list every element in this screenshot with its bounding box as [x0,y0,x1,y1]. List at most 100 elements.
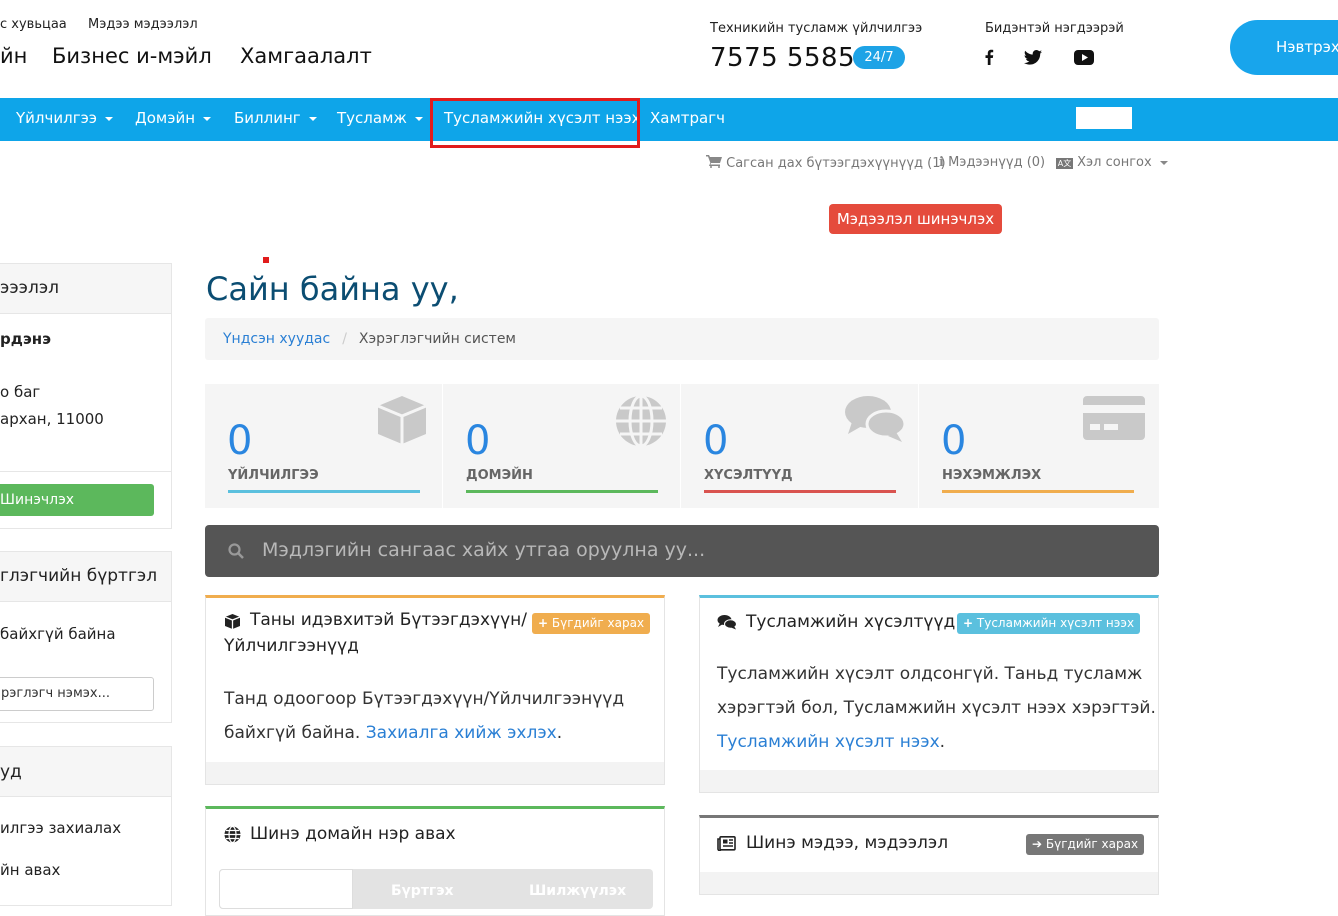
search-icon [228,543,244,559]
breadcrumb: Үндсэн хуудас / Хэрэглэгчийн систем [205,318,1159,360]
domain-register-tab[interactable]: Бүртгэх [391,883,454,899]
domain-transfer-tab[interactable]: Шилжүүлэх [529,883,626,899]
active-products-card: Таны идэвхитэй Бүтээгдэхүүн/ Үйлчилгээнү… [205,595,665,785]
twitter-icon[interactable] [1023,47,1043,67]
stat-domains[interactable]: 0 ДОМЭЙН [443,384,681,508]
sidebar-no-contacts: байхгүй байна [0,625,116,643]
view-all-products-button[interactable]: + Бүгдийг харах [532,613,651,634]
notifications-label: Мэдээнүүд (0) [948,155,1046,170]
nav-domain-label: Домэйн [135,109,195,127]
products-card-body-line2: байхгүй байна. Захиалга хийж эхлэх. [224,723,563,743]
kb-search-bar[interactable]: Мэдлэгийн сангаас хайх утгаа оруулна уу.… [205,525,1159,577]
open-ticket-button[interactable]: + Тусламжийн хүсэлт нээх [957,613,1141,634]
sidebar-register-domain-link[interactable]: йн авах [0,861,60,879]
greeting-label: Сайн уу, [1015,207,1082,225]
products-card-title-line1: Таны идэвхитэй Бүтээгдэхүүн/ [250,610,528,630]
plus-icon: + [963,616,974,630]
tickets-card-body-line3: Тусламжийн хүсэлт нээх. [717,732,946,752]
chevron-down-icon [308,116,317,121]
sidebar-update-button[interactable]: Шинэчлэх [0,484,154,516]
stat-tickets-bar [704,490,896,493]
update-info-button[interactable]: Мэдээлэл шинэчлэх [829,204,1002,234]
top-header: с хувьцаа Мэдээ мэдээлэл йн Бизнес и-мэй… [0,0,1338,98]
breadcrumb-home-link[interactable]: Үндсэн хуудас [223,331,330,347]
facebook-icon[interactable] [979,47,999,67]
view-all-news-label: Бүгдийг харах [1045,837,1139,851]
start-order-link[interactable]: Захиалга хийж эхлэх [366,723,557,743]
cube-icon [224,614,241,629]
tickets-card-body-line2: хэрэгтэй бол, Тусламжийн хүсэлт нээх хэр… [717,698,1156,718]
nav-partner[interactable]: Хамтрагч [650,98,725,141]
comments-icon [844,394,907,448]
comments-icon [717,615,737,630]
stats-row: 0 ҮЙЛЧИЛГЭЭ 0 ДОМЭЙН 0 ХҮСЭЛТҮҮД 0 НЭХЭМ… [205,384,1159,508]
nav-billing[interactable]: Биллинг [234,98,317,141]
support-badge: 24/7 [853,46,905,69]
nav-services-label: Үйлчилгээ [16,109,98,127]
breadcrumb-separator: / [342,331,347,347]
stat-domains-bar [466,490,658,493]
nav-highlight-box [430,98,640,148]
cart-label: Сагсан дах бүтээгдэхүүнүүд (1) [726,156,946,171]
main-link-cut[interactable]: йн [0,44,27,68]
credit-card-icon [1083,394,1145,446]
nav-support-label: Тусламж [337,109,407,127]
register-domain-card: Шинэ домайн нэр авах Бүртгэх Шилжүүлэх [205,806,665,916]
cart-icon [706,155,722,168]
nav-support[interactable]: Тусламж [337,98,423,141]
stat-invoices[interactable]: 0 НЭХЭМЖЛЭХ [919,384,1157,508]
login-button[interactable]: Нэвтрэх [1230,20,1338,75]
stat-invoices-value: 0 [941,418,967,464]
notifications-link[interactable]: i Мэдээнүүд (0) [939,155,1045,170]
sidebar-account-name: рдэнэ [0,330,51,348]
add-contact-select[interactable]: рэглэгч нэмэх... [0,677,154,711]
stat-tickets[interactable]: 0 ХҮСЭЛТҮҮД [681,384,919,508]
nav-domain[interactable]: Домэйн [135,98,211,141]
open-ticket-link[interactable]: Тусламжийн хүсэлт нээх [717,732,940,752]
stat-tickets-label: ХҮСЭЛТҮҮД [704,468,793,483]
products-card-body-line1: Танд одоогоор Бүтээгдэхүүн/Үйлчилгээнүүд [224,689,625,709]
card-footer [700,770,1158,792]
language-selector[interactable]: A文 Хэл сонгох [1056,155,1168,170]
sidebar-order-services-link[interactable]: илгээ захиалах [0,819,121,837]
news-card-title: Шинэ мэдээ, мэдээлэл [746,833,949,853]
nav-services[interactable]: Үйлчилгээ [16,98,114,141]
sidebar-panel-header [0,747,171,797]
stat-services-label: ҮЙЛЧИЛГЭЭ [228,468,319,483]
main-link-security[interactable]: Хамгаалалт [240,44,372,68]
user-greeting-dropdown[interactable]: Сайн уу, [1015,196,1162,239]
tickets-card-title: Тусламжийн хүсэлтүүд [746,612,956,632]
youtube-icon[interactable] [1074,47,1094,67]
search-input[interactable]: Мэдлэгийн сангаас хайх утгаа оруулна уу.… [262,539,705,561]
sidebar-address-line2: архан, 11000 [0,410,104,428]
stat-domains-label: ДОМЭЙН [466,468,533,483]
red-marker [263,257,269,263]
stat-invoices-bar [942,490,1134,493]
view-all-news-button[interactable]: ➔ Бүгдийг харах [1026,834,1145,855]
open-ticket-label: Тусламжийн хүсэлт нээх [976,616,1135,630]
nav-billing-label: Биллинг [234,109,301,127]
chevron-down-icon [1153,214,1162,219]
card-footer [700,872,1158,894]
stat-tickets-value: 0 [703,418,729,464]
view-all-products-label: Бүгдийг харах [551,616,645,630]
chevron-down-icon [1159,160,1168,165]
domain-card-title: Шинэ домайн нэр авах [250,824,456,844]
language-icon: A文 [1056,158,1073,169]
tickets-card-body-line1: Тусламжийн хүсэлт олдсонгүй. Таньд тусла… [717,664,1143,684]
chevron-down-icon [414,116,423,121]
arrow-right-icon: ➔ [1032,837,1043,851]
globe-icon [224,826,241,843]
domain-tabs: Бүртгэх Шилжүүлэх [219,869,653,909]
sidebar-panel3-title: уд [0,762,22,782]
top-link-shares[interactable]: с хувьцаа [0,17,67,32]
chevron-down-icon [105,116,114,121]
domain-search-input[interactable] [219,869,353,909]
card-footer [206,762,664,784]
info-icon: i [939,155,944,170]
plus-icon: + [538,616,549,630]
top-link-news[interactable]: Мэдээ мэдээлэл [88,17,198,32]
stat-services[interactable]: 0 ҮЙЛЧИЛГЭЭ [205,384,443,508]
cart-link[interactable]: Сагсан дах бүтээгдэхүүнүүд (1) [706,155,946,171]
main-link-business-email[interactable]: Бизнес и-мэйл [52,44,212,68]
